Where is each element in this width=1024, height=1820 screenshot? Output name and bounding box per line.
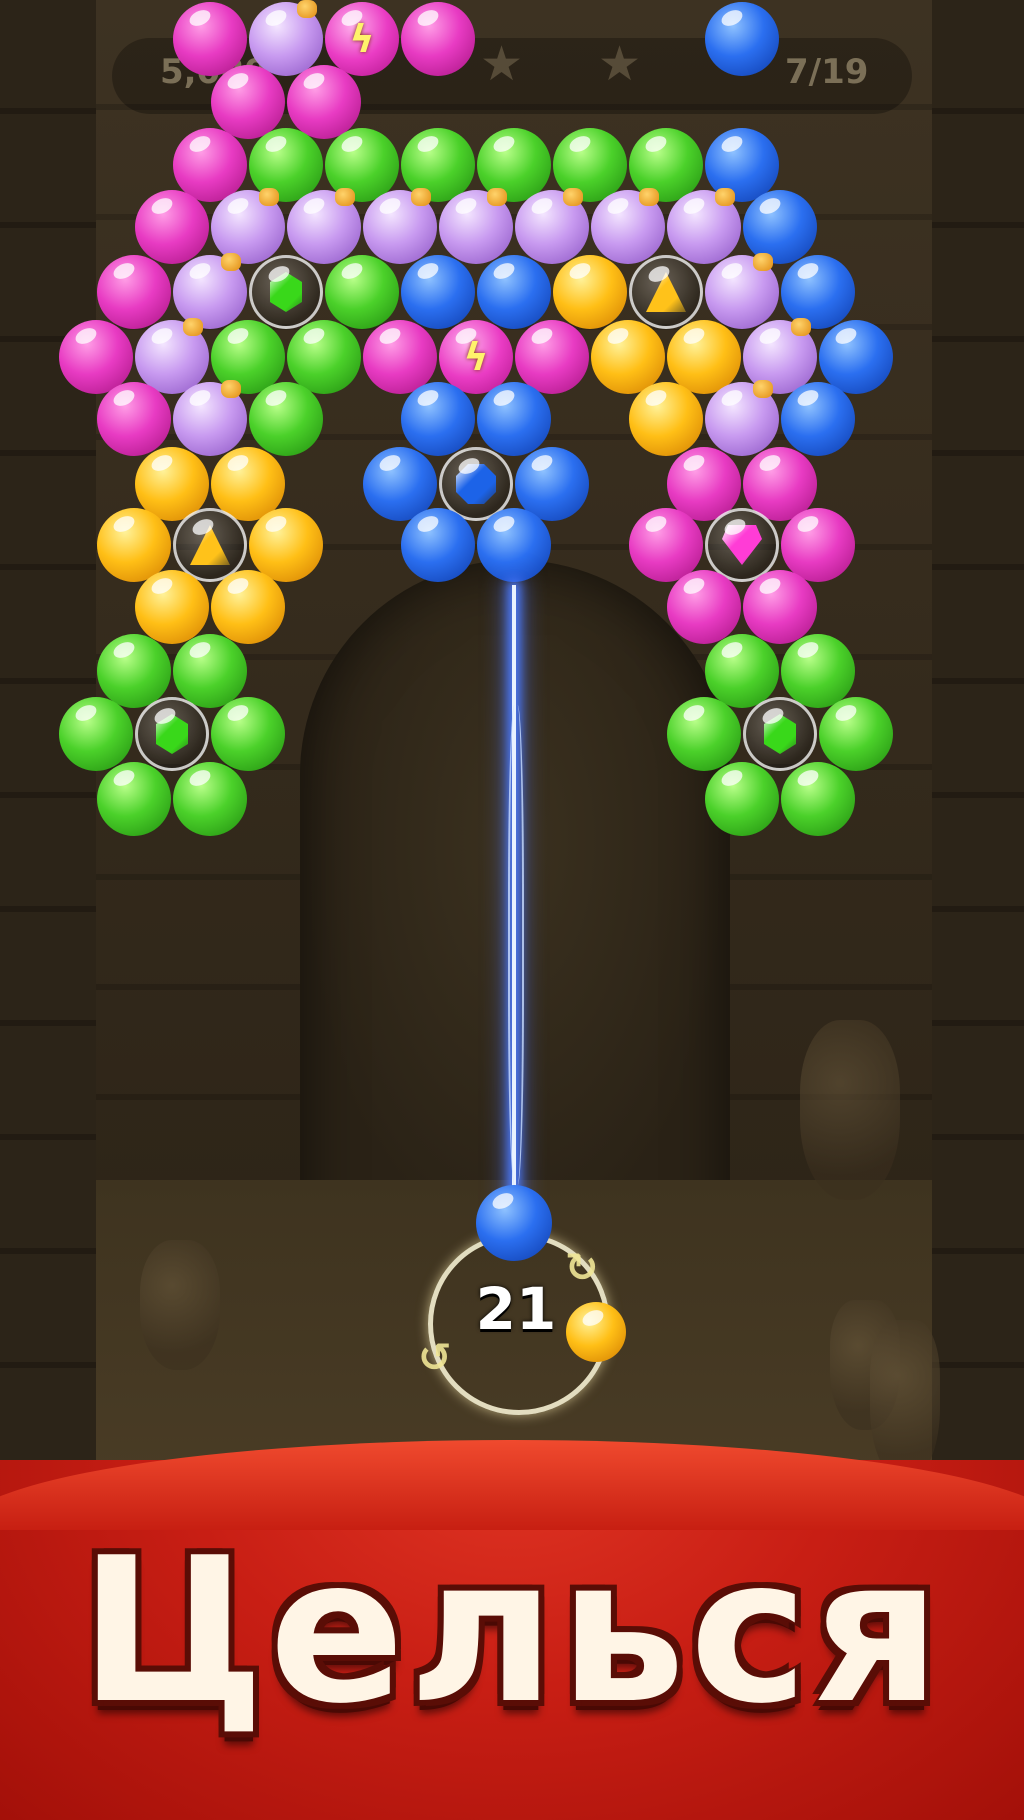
green-bubble <box>819 697 893 771</box>
potion-bubble <box>515 188 589 264</box>
yellow-gem-icon <box>646 272 686 312</box>
blue-bubble <box>705 2 779 76</box>
right-pillar <box>932 0 1024 1500</box>
green-bubble <box>667 697 741 771</box>
green-bubble <box>781 634 855 708</box>
green-bubble <box>781 762 855 836</box>
swap-arrow-icon[interactable]: ↺ <box>418 1335 452 1381</box>
yellow-bubble <box>211 570 285 644</box>
magenta-bubble <box>401 2 475 76</box>
potion-bubble <box>363 188 437 264</box>
blue-bubble <box>819 320 893 394</box>
magenta-bubble <box>173 2 247 76</box>
potion-bubble <box>173 253 247 329</box>
potion-bubble <box>705 253 779 329</box>
green-bubble <box>59 697 133 771</box>
shots-remaining: 21 <box>475 1275 557 1343</box>
magenta-bubble <box>287 65 361 139</box>
magenta-bubble <box>743 570 817 644</box>
green-bubble <box>97 762 171 836</box>
blue-bubble <box>743 190 817 264</box>
blue-gem-icon <box>456 464 496 504</box>
blue-bubble <box>401 382 475 456</box>
star-icon: ★ <box>598 36 642 92</box>
blue-bubble <box>781 382 855 456</box>
swap-arrow-icon[interactable]: ↻ <box>565 1245 599 1291</box>
green-bubble <box>705 762 779 836</box>
potion-bubble <box>287 188 361 264</box>
yellow-bubble <box>553 255 627 329</box>
blue-bubble <box>477 382 551 456</box>
green-bubble <box>97 634 171 708</box>
magenta-bubble <box>781 508 855 582</box>
green-bubble <box>211 697 285 771</box>
game-screen[interactable]: 5,080 ★ ★ 7/19 ϟϟ ↻ ↺ 21 Целься <box>0 0 1024 1820</box>
green-bubble <box>249 382 323 456</box>
green-bubble <box>705 634 779 708</box>
potion-bubble <box>249 0 323 76</box>
green-bubble <box>173 762 247 836</box>
aim-line <box>508 585 524 1215</box>
vase-decoration <box>870 1320 940 1480</box>
magenta-bubble <box>211 65 285 139</box>
banner-title: Целься <box>79 1515 945 1748</box>
potion-bubble <box>173 380 247 456</box>
magenta-bubble <box>515 320 589 394</box>
potion-bubble <box>667 188 741 264</box>
magenta-bubble <box>135 190 209 264</box>
blue-bubble <box>781 255 855 329</box>
blue-bubble <box>401 508 475 582</box>
green-bubble <box>325 255 399 329</box>
blue-bubble <box>477 255 551 329</box>
yellow-bubble <box>249 508 323 582</box>
yellow-bubble <box>629 382 703 456</box>
magenta-gem-icon <box>722 525 762 565</box>
green-bubble <box>287 320 361 394</box>
lightning-icon: ϟ <box>463 335 489 379</box>
blue-bubble <box>401 255 475 329</box>
green-gem-icon <box>270 272 302 312</box>
green-gem-bubble <box>249 255 323 329</box>
next-bubble[interactable] <box>566 1302 626 1362</box>
potion-bubble <box>439 188 513 264</box>
yellow-bubble <box>135 570 209 644</box>
current-bubble[interactable] <box>476 1185 552 1261</box>
magenta-bubble <box>667 570 741 644</box>
green-gem-icon <box>156 714 188 754</box>
yellow-gem-icon <box>190 525 230 565</box>
potion-bubble <box>211 188 285 264</box>
lightning-icon: ϟ <box>349 17 375 61</box>
star-icon: ★ <box>480 36 524 92</box>
yellow-gem-bubble <box>629 255 703 329</box>
green-gem-icon <box>764 714 796 754</box>
green-bubble <box>173 634 247 708</box>
blue-bubble <box>477 508 551 582</box>
magenta-bubble <box>97 255 171 329</box>
magenta-bubble <box>97 382 171 456</box>
vase-decoration <box>800 1020 900 1200</box>
level-progress: 7/19 <box>785 52 869 92</box>
green-gem-bubble <box>743 697 817 771</box>
vase-decoration <box>140 1240 220 1370</box>
green-gem-bubble <box>135 697 209 771</box>
lightning-bubble: ϟ <box>325 2 399 76</box>
potion-bubble <box>705 380 779 456</box>
potion-bubble <box>591 188 665 264</box>
